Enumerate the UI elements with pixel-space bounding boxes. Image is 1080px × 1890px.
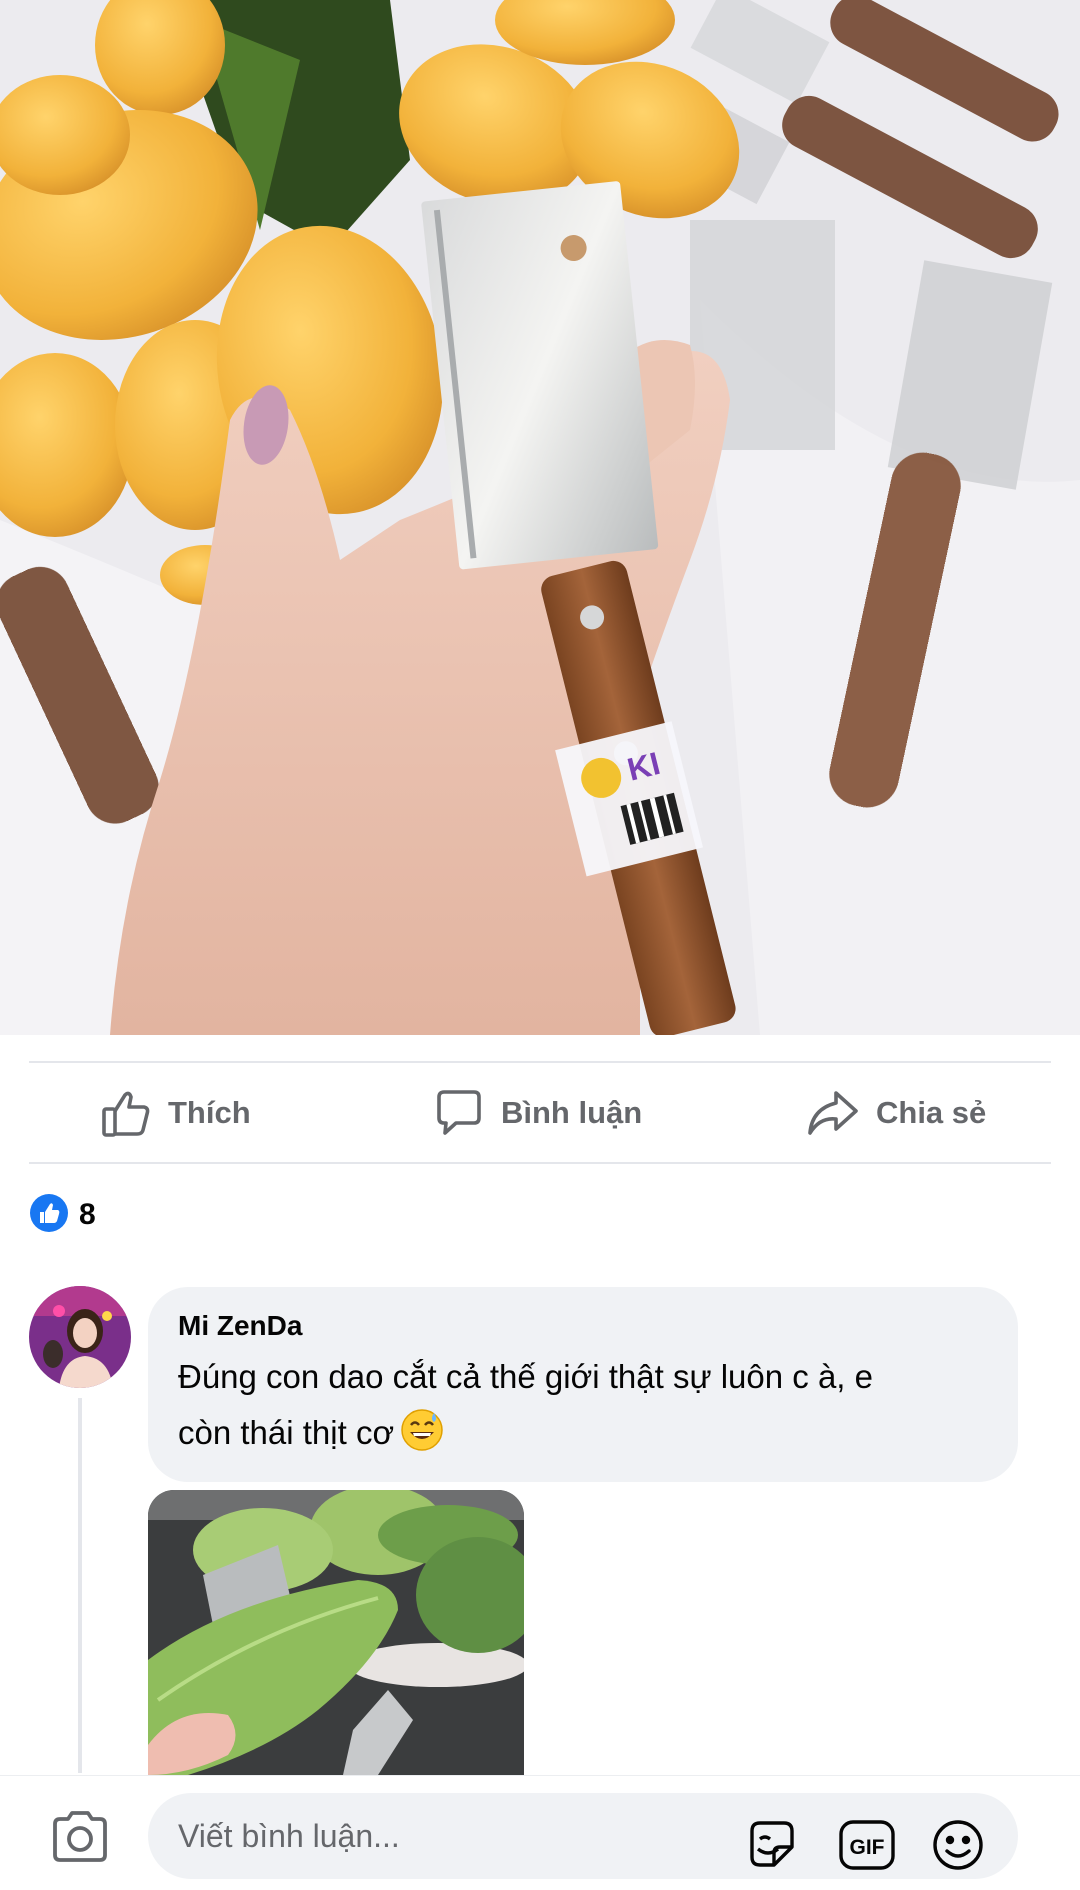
comment-photo[interactable] bbox=[148, 1490, 524, 1775]
comment-author[interactable]: Mi ZenDa bbox=[178, 1309, 988, 1343]
share-button[interactable]: Chia sẻ bbox=[806, 1085, 986, 1141]
sticker-icon[interactable] bbox=[744, 1817, 800, 1878]
thumbs-up-icon bbox=[100, 1087, 152, 1139]
comment-button[interactable]: Bình luận bbox=[433, 1085, 642, 1141]
share-arrow-icon bbox=[806, 1087, 860, 1139]
comment-thread-line bbox=[78, 1398, 82, 1773]
grinning-sweat-emoji-icon bbox=[400, 1408, 444, 1469]
emoji-icon[interactable] bbox=[930, 1817, 986, 1878]
reaction-summary[interactable]: 8 bbox=[29, 1193, 96, 1238]
camera-icon[interactable] bbox=[49, 1810, 111, 1869]
post-photo[interactable]: KI bbox=[0, 0, 1080, 1035]
comment-text-line-2: còn thái thịt cơ bbox=[178, 1405, 988, 1469]
like-reaction-icon bbox=[29, 1193, 69, 1238]
comment-bubble[interactable]: Mi ZenDa Đúng con dao cắt cả thế giới th… bbox=[148, 1287, 1018, 1482]
like-label: Thích bbox=[168, 1095, 251, 1130]
divider-top bbox=[29, 1061, 1051, 1063]
share-label: Chia sẻ bbox=[876, 1095, 987, 1130]
comment-text-line-2-text: còn thái thịt cơ bbox=[178, 1414, 395, 1451]
comment-input[interactable]: Viết bình luận... GIF bbox=[148, 1793, 1018, 1879]
facebook-post-screen: KI Thích Bình luận Chia sẻ 8 Mi ZenDa Đú… bbox=[0, 0, 1080, 1890]
comment-composer: Viết bình luận... GIF bbox=[0, 1775, 1080, 1890]
like-button[interactable]: Thích bbox=[100, 1085, 251, 1141]
avatar[interactable] bbox=[29, 1286, 131, 1388]
reaction-count: 8 bbox=[79, 1198, 96, 1231]
comment-text-line-1: Đúng con dao cắt cả thế giới thật sự luô… bbox=[178, 1358, 873, 1395]
gif-icon[interactable]: GIF bbox=[838, 1817, 896, 1878]
divider-bottom bbox=[29, 1162, 1051, 1164]
comment-text: Đúng con dao cắt cả thế giới thật sự luô… bbox=[178, 1349, 988, 1469]
gif-icon-label: GIF bbox=[850, 1836, 885, 1859]
comment-input-placeholder: Viết bình luận... bbox=[178, 1818, 400, 1854]
comment-label: Bình luận bbox=[501, 1095, 643, 1130]
speech-bubble-icon bbox=[433, 1087, 485, 1139]
